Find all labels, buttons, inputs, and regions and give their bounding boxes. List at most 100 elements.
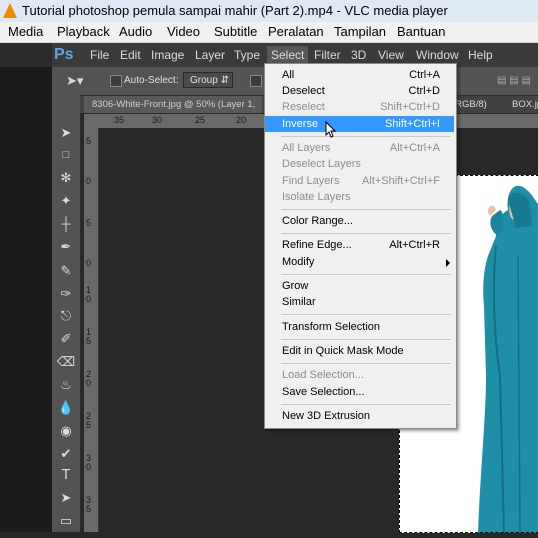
ruler-left-label: 0 [86, 176, 92, 186]
magic-wand-tool-icon[interactable]: ✦ [56, 191, 76, 211]
vlc-menu-bar: Media Playback Audio Video Subtitle Pera… [0, 22, 538, 43]
menu-item-label: Load Selection... [282, 369, 364, 381]
menu-item-quick-mask[interactable]: Edit in Quick Mask Mode [265, 343, 454, 359]
menu-item-refine-edge[interactable]: Refine Edge... Alt+Ctrl+R [265, 237, 454, 253]
ruler-left: 5 0 5 0 1 0 1 5 2 0 2 5 3 0 3 5 [84, 128, 99, 532]
ps-menu-3d[interactable]: 3D [351, 48, 366, 62]
menu-item-all-layers[interactable]: All Layers Alt+Ctrl+A [265, 140, 454, 156]
auto-select-checkbox[interactable] [110, 75, 122, 87]
menu-item-new-3d-extrusion[interactable]: New 3D Extrusion [265, 408, 454, 424]
blur-tool-icon[interactable]: 💧 [56, 398, 76, 418]
ruler-left-label: 0 [86, 258, 92, 268]
ps-menu-layer[interactable]: Layer [195, 48, 225, 62]
auto-select-target-dropdown[interactable]: Group ⇵ [183, 72, 233, 88]
healing-brush-tool-icon[interactable]: ✎ [56, 261, 76, 281]
vlc-menu-peralatan[interactable]: Peralatan [268, 24, 324, 39]
letterbox-left-panel [0, 67, 52, 532]
pen-tool-icon[interactable]: ✔ [56, 444, 76, 464]
ruler-left-label: 5 [86, 136, 92, 146]
menu-item-isolate-layers[interactable]: Isolate Layers [265, 189, 454, 205]
menu-item-label: Find Layers [282, 175, 340, 187]
dodge-tool-icon[interactable]: ◉ [56, 421, 76, 441]
menu-item-label: Deselect [282, 85, 325, 97]
ruler-top-label: 35 [114, 115, 125, 125]
vlc-menu-subtitle[interactable]: Subtitle [214, 24, 257, 39]
show-transform-checkbox[interactable] [250, 75, 262, 87]
menu-item-label: Similar [282, 296, 316, 308]
rectangle-tool-icon[interactable]: ▭ [56, 511, 76, 531]
vlc-title-bar: Tutorial photoshop pemula sampai mahir (… [0, 0, 538, 23]
menu-item-label: Color Range... [282, 215, 353, 227]
menu-item-deselect-layers[interactable]: Deselect Layers [265, 156, 454, 172]
ps-menu-image[interactable]: Image [151, 48, 184, 62]
move-tool-icon[interactable]: ➤ [56, 123, 76, 143]
lasso-tool-icon[interactable]: ✻ [56, 168, 76, 188]
eraser-tool-icon[interactable]: ⌫ [56, 352, 76, 372]
menu-item-shortcut: Alt+Ctrl+R [389, 239, 440, 251]
ps-menu-edit[interactable]: Edit [120, 48, 141, 62]
menu-separator [281, 233, 451, 234]
path-selection-tool-icon[interactable]: ➤ [56, 488, 76, 508]
submenu-arrow-icon [446, 259, 450, 267]
ruler-left-label: 1 0 [86, 285, 92, 304]
menu-item-label: Grow [282, 280, 309, 292]
menu-item-label: Modify [282, 256, 315, 268]
letterbox-left [0, 43, 52, 67]
menu-item-all[interactable]: All Ctrl+A [265, 67, 454, 83]
menu-item-similar[interactable]: Similar [265, 294, 454, 310]
ps-menu-file[interactable]: File [90, 48, 109, 62]
menu-separator [281, 314, 451, 315]
menu-item-label: All Layers [282, 142, 331, 154]
vlc-menu-bantuan[interactable]: Bantuan [397, 24, 445, 39]
menu-item-load-selection[interactable]: Load Selection... [265, 367, 454, 383]
menu-item-label: Reselect [282, 101, 325, 113]
ruler-top-label: 30 [152, 115, 163, 125]
move-tool-preset-icon[interactable]: ➤▾ [66, 73, 83, 89]
document-tab2-label: BOX.jp [512, 99, 538, 110]
ruler-left-label: 3 0 [86, 453, 92, 472]
menu-item-grow[interactable]: Grow [265, 278, 454, 294]
document-tab-label: 8306-White-Front.jpg @ 50% (Layer 1, [92, 99, 256, 110]
auto-select-target-value: Group [190, 75, 218, 86]
align-buttons-icon[interactable]: ▤ ▤ ▤ [497, 75, 538, 87]
vlc-cone-icon [3, 3, 17, 18]
menu-item-label: Isolate Layers [282, 191, 351, 203]
menu-item-label: Save Selection... [282, 386, 365, 398]
history-brush-tool-icon[interactable]: ✐ [56, 329, 76, 349]
menu-item-inverse[interactable]: Inverse Shift+Ctrl+I [265, 116, 454, 132]
vlc-menu-tampilan[interactable]: Tampilan [334, 24, 386, 39]
menu-item-reselect[interactable]: Reselect Shift+Ctrl+D [265, 99, 454, 115]
ps-menu-filter[interactable]: Filter [314, 48, 341, 62]
menu-item-save-selection[interactable]: Save Selection... [265, 384, 454, 400]
clone-stamp-tool-icon[interactable]: ⎋ [56, 306, 76, 326]
ps-menu-window[interactable]: Window [416, 48, 459, 62]
vlc-menu-video[interactable]: Video [167, 24, 200, 39]
crop-tool-icon[interactable]: ┼ [56, 214, 76, 234]
vlc-menu-audio[interactable]: Audio [119, 24, 152, 39]
menu-item-transform-selection[interactable]: Transform Selection [265, 319, 454, 335]
marquee-tool-icon[interactable]: □ [56, 145, 76, 165]
menu-item-color-range[interactable]: Color Range... [265, 213, 454, 229]
document-tab-box[interactable]: BOX.jp [512, 96, 538, 113]
vlc-menu-playback[interactable]: Playback [57, 24, 110, 39]
brush-tool-icon[interactable]: ✑ [56, 284, 76, 304]
eyedropper-tool-icon[interactable]: ✒ [56, 237, 76, 257]
auto-select-label: Auto-Select: [124, 75, 179, 86]
mouse-cursor-icon [325, 121, 337, 138]
ps-menu-view[interactable]: View [378, 48, 404, 62]
ps-menu-select[interactable]: Select [267, 46, 309, 64]
paint-bucket-tool-icon[interactable]: ♨ [56, 375, 76, 395]
menu-item-shortcut: Alt+Shift+Ctrl+F [362, 175, 440, 187]
ruler-left-label: 3 5 [86, 495, 92, 514]
ruler-left-label: 2 5 [86, 411, 92, 430]
type-tool-icon[interactable]: T [56, 465, 76, 485]
menu-item-find-layers[interactable]: Find Layers Alt+Shift+Ctrl+F [265, 173, 454, 189]
document-tab-active[interactable]: 8306-White-Front.jpg @ 50% (Layer 1, [84, 96, 262, 113]
menu-item-modify[interactable]: Modify [265, 254, 454, 270]
menu-item-deselect[interactable]: Deselect Ctrl+D [265, 83, 454, 99]
menu-separator [281, 363, 451, 364]
vlc-menu-media[interactable]: Media [8, 24, 43, 39]
ps-menu-type[interactable]: Type [234, 48, 260, 62]
dropdown-arrow-icon: ⇵ [220, 75, 229, 86]
ps-menu-help[interactable]: Help [468, 48, 493, 62]
